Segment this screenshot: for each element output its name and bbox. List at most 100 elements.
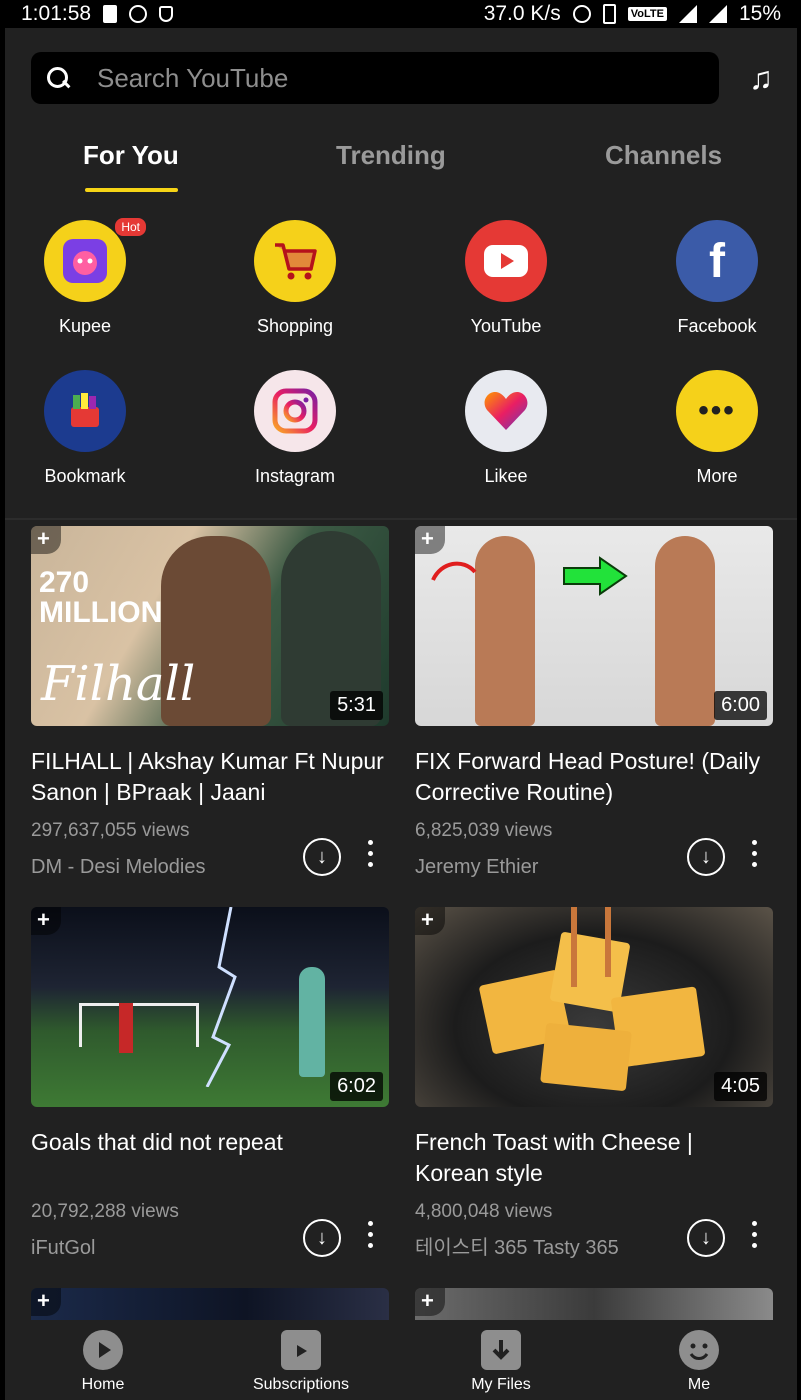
more-options-icon[interactable] [749, 840, 759, 874]
nav-label: Me [687, 1376, 711, 1393]
active-tab-indicator [85, 188, 178, 192]
shortcut-shopping[interactable]: Shopping [220, 220, 370, 337]
whatsapp-icon [129, 5, 148, 23]
network-speed: 37.0 K/s [483, 2, 561, 25]
shortcut-label: Shopping [256, 316, 334, 336]
nav-label: My Files [471, 1376, 531, 1393]
add-plus-icon[interactable]: + [31, 907, 61, 935]
bookmark-icon [44, 370, 126, 452]
video-card[interactable]: + 6:00 FIX Forward Head Posture! (Daily … [415, 526, 773, 882]
thumbnail-overlay-text: 270 MILLION [39, 566, 163, 629]
shortcut-facebook[interactable]: f Facebook [642, 220, 792, 337]
more-options-icon[interactable] [365, 1221, 375, 1255]
shortcut-label: Kupee [58, 316, 112, 336]
search-icon [47, 67, 69, 89]
add-plus-icon[interactable]: + [31, 526, 61, 554]
green-arrow-icon [563, 556, 628, 596]
thumbnail-figure [475, 536, 535, 726]
shortcut-instagram[interactable]: Instagram [220, 370, 370, 487]
nav-home[interactable]: Home [23, 1330, 183, 1394]
add-plus-icon[interactable]: + [415, 526, 445, 554]
search-input[interactable]: Search YouTube [97, 63, 288, 94]
search-bar[interactable]: Search YouTube [31, 52, 719, 104]
tab-channels[interactable]: Channels [605, 140, 722, 171]
thumbnail-food [540, 1022, 632, 1092]
shortcut-label: Likee [484, 466, 528, 486]
video-title[interactable]: French Toast with Cheese | Korean style [415, 1127, 773, 1189]
music-note-icon[interactable]: ♫ [743, 60, 779, 96]
video-title[interactable]: Goals that did not repeat [31, 1127, 389, 1189]
thumbnail-figure [655, 536, 715, 726]
video-thumbnail[interactable]: + 6:02 [31, 907, 389, 1107]
shopping-cart-icon [254, 220, 336, 302]
section-divider [5, 518, 797, 520]
nav-label: Subscriptions [252, 1376, 350, 1393]
thumbnail-script-text: Filhall [41, 656, 196, 712]
lightning-icon [205, 907, 237, 1087]
video-thumbnail[interactable]: + 6:00 [415, 526, 773, 726]
video-views: 297,637,055 views [31, 820, 190, 841]
shortcut-label: Facebook [677, 316, 757, 336]
add-plus-icon[interactable]: + [415, 907, 445, 935]
shortcut-grid: Hot Kupee Shopping YouTube f Facebook Bo… [5, 218, 797, 520]
likee-icon [465, 370, 547, 452]
nav-subscriptions[interactable]: Subscriptions [221, 1330, 381, 1394]
nav-my-files[interactable]: My Files [421, 1330, 581, 1394]
video-duration: 6:02 [330, 1072, 383, 1101]
nav-label: Home [81, 1376, 125, 1393]
alarm-icon [572, 5, 591, 23]
instagram-icon [254, 370, 336, 452]
video-views: 6,825,039 views [415, 820, 553, 841]
shortcut-more[interactable]: ••• More [642, 370, 792, 487]
video-card[interactable]: 270 MILLION Filhall + 5:31 FILHALL | Aks… [31, 526, 389, 882]
home-play-icon [83, 1330, 123, 1370]
facebook-icon: f [676, 220, 758, 302]
tab-trending[interactable]: Trending [336, 140, 446, 171]
thumbnail-figure [119, 1003, 133, 1053]
shortcut-label: Bookmark [44, 466, 126, 486]
video-duration: 5:31 [330, 691, 383, 720]
goal-post [79, 1003, 199, 1047]
signal-icon [678, 5, 697, 23]
status-bar: 1:01:58 37.0 K/s VoLTE 15% [5, 0, 797, 28]
battery-level: 15% [738, 2, 781, 25]
download-icon[interactable]: ↓ [303, 838, 341, 876]
chopstick [571, 907, 577, 987]
download-icon[interactable]: ↓ [303, 1219, 341, 1257]
download-icon[interactable]: ↓ [687, 838, 725, 876]
tab-for-you[interactable]: For You [83, 140, 179, 171]
youtube-icon [465, 220, 547, 302]
me-smile-icon [679, 1330, 719, 1370]
add-plus-icon[interactable]: + [31, 1288, 61, 1316]
video-views: 20,792,288 views [31, 1201, 179, 1222]
video-thumbnail[interactable]: + 4:05 [415, 907, 773, 1107]
video-card[interactable]: + 6:02 Goals that did not repeat 20,792,… [31, 907, 389, 1263]
more-options-icon[interactable] [749, 1221, 759, 1255]
shortcut-label: More [696, 466, 738, 486]
video-duration: 4:05 [714, 1072, 767, 1101]
shortcut-label: Instagram [254, 466, 336, 486]
shortcut-youtube[interactable]: YouTube [431, 220, 581, 337]
video-title[interactable]: FIX Forward Head Posture! (Daily Correct… [415, 746, 773, 808]
kupee-icon: Hot [44, 218, 146, 302]
signal-4g-icon [708, 5, 727, 23]
shortcut-label: YouTube [470, 316, 542, 336]
video-title[interactable]: FILHALL | Akshay Kumar Ft Nupur Sanon | … [31, 746, 389, 808]
shortcut-bookmark[interactable]: Bookmark [10, 370, 160, 487]
video-card[interactable]: + 4:05 French Toast with Cheese | Korean… [415, 907, 773, 1263]
top-tabs: For You Trending Channels [5, 140, 797, 196]
shortcut-kupee[interactable]: Hot Kupee [10, 218, 160, 337]
download-icon[interactable]: ↓ [687, 1219, 725, 1257]
video-duration: 6:00 [714, 691, 767, 720]
more-options-icon[interactable] [365, 840, 375, 874]
add-plus-icon[interactable]: + [415, 1288, 445, 1316]
volte-badge: VoLTE [627, 7, 667, 21]
bottom-navigation: Home Subscriptions My Files Me [5, 1320, 797, 1400]
shortcut-likee[interactable]: Likee [431, 370, 581, 487]
video-views: 4,800,048 views [415, 1201, 553, 1222]
nav-me[interactable]: Me [619, 1330, 779, 1394]
hot-badge: Hot [115, 218, 146, 236]
video-thumbnail[interactable]: 270 MILLION Filhall + 5:31 [31, 526, 389, 726]
status-time: 1:01:58 [21, 2, 92, 25]
subscriptions-icon [281, 1330, 321, 1370]
